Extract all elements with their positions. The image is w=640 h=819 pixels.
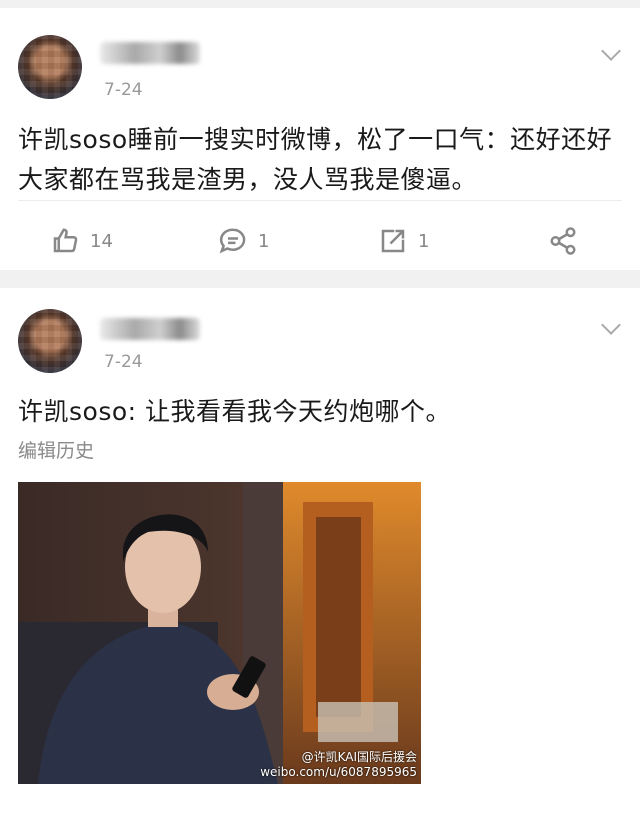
edit-history-link[interactable]: 编辑历史 — [18, 436, 94, 463]
image-watermark: @许凯KAI国际后援会 weibo.com/u/6087895965 — [260, 750, 417, 780]
repost-icon — [381, 229, 405, 253]
post-card: 7-24 许凯soso睡前一搜实时微博，松了一口气：还好还好 大家都在骂我是渣男… — [0, 8, 640, 270]
repost-button[interactable]: 1 — [378, 226, 429, 256]
avatar[interactable] — [18, 35, 82, 99]
thumbs-up-icon — [53, 228, 78, 253]
post-text-line: 大家都在骂我是渣男，没人骂我是傻逼。 — [18, 165, 478, 194]
post-date: 7-24 — [104, 352, 143, 372]
username-blurred[interactable] — [100, 318, 200, 340]
comment-button[interactable]: 1 — [218, 226, 269, 256]
chevron-down-icon[interactable] — [601, 315, 621, 335]
like-count: 14 — [90, 230, 113, 252]
post-card: 7-24 许凯soso: 让我看看我今天约炮哪个。 编辑历史 @许凯KAI国际后… — [0, 288, 640, 818]
share-button[interactable] — [548, 226, 588, 256]
post-date: 7-24 — [104, 80, 143, 100]
comment-icon — [219, 228, 246, 254]
post-text: 许凯soso: 让我看看我今天约炮哪个。 — [18, 397, 452, 426]
post-text-line: 许凯soso睡前一搜实时微博，松了一口气：还好还好 — [18, 125, 613, 154]
action-bar: 14 1 1 — [0, 216, 640, 262]
comment-count: 1 — [258, 230, 270, 252]
watermark-handle: @许凯KAI国际后援会 — [301, 750, 417, 764]
share-icon — [550, 227, 576, 255]
next-post-edge — [0, 800, 640, 819]
post-image[interactable]: @许凯KAI国际后援会 weibo.com/u/6087895965 — [18, 482, 421, 784]
username-blurred[interactable] — [100, 42, 200, 64]
like-button[interactable]: 14 — [50, 226, 113, 256]
post-text: 许凯soso睡前一搜实时微博，松了一口气：还好还好 大家都在骂我是渣男，没人骂我… — [18, 120, 622, 200]
divider — [18, 200, 622, 201]
watermark-url: weibo.com/u/6087895965 — [260, 765, 417, 779]
photo-illustration — [18, 482, 421, 784]
chevron-down-icon[interactable] — [601, 41, 621, 61]
repost-count: 1 — [418, 230, 430, 252]
avatar[interactable] — [18, 309, 82, 373]
